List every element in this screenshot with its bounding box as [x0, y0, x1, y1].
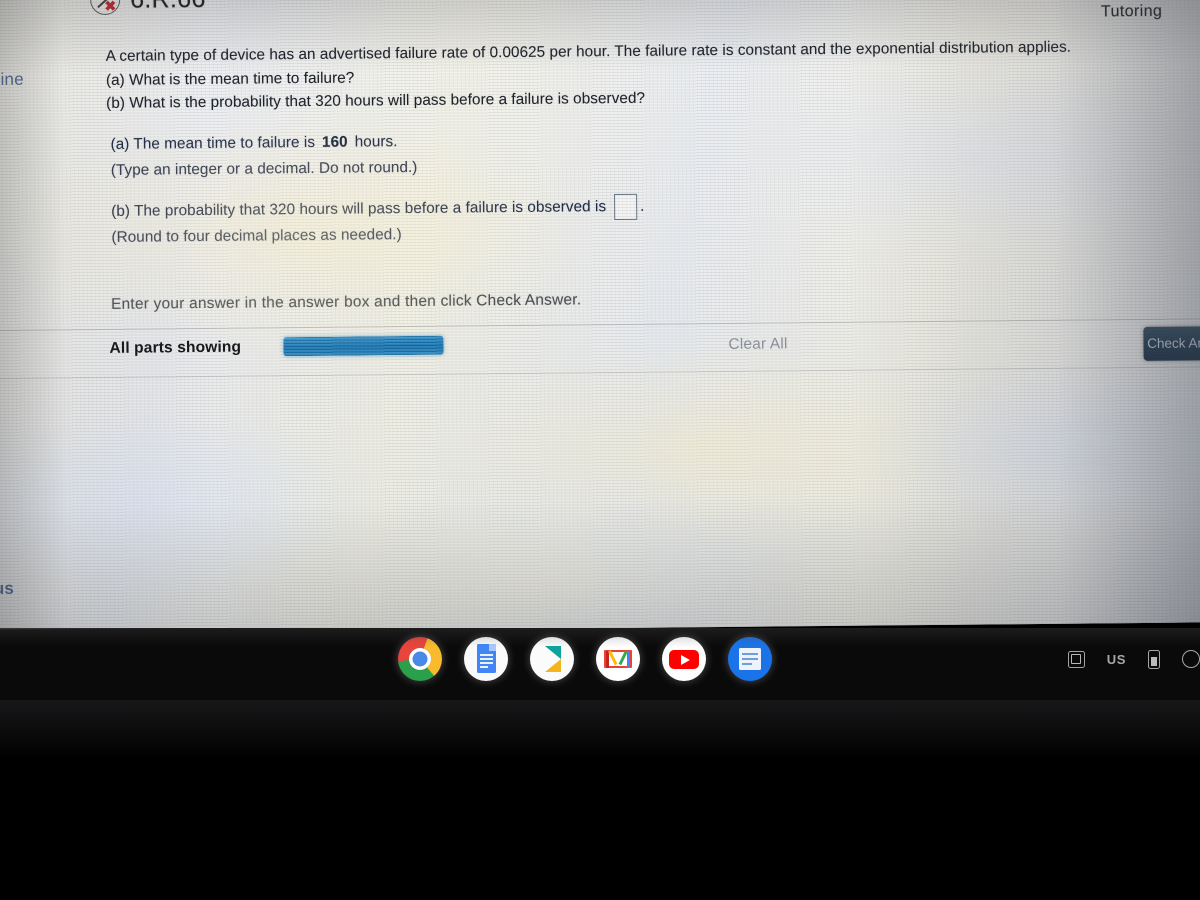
toolbar-divider-top — [0, 318, 1200, 331]
answer-b-prefix: (b) The probability that 320 hours will … — [111, 198, 607, 221]
shelf-top-edge — [0, 628, 1200, 630]
sidebar-fragment-online[interactable]: nline — [0, 70, 24, 90]
chrome-icon[interactable] — [398, 637, 442, 681]
youtube-icon[interactable] — [662, 637, 706, 681]
sidebar-fragment-bottom[interactable]: us — [0, 579, 14, 599]
gmail-icon[interactable] — [596, 637, 640, 681]
system-tray: US — [1067, 646, 1200, 672]
question-number: 6.R.66 — [130, 0, 206, 14]
answer-b-input[interactable] — [614, 193, 638, 221]
parts-progress-bar[interactable] — [283, 335, 444, 357]
check-cross-icon: ✓ ✖ — [89, 0, 121, 16]
answer-a-prefix: (a) The mean time to failure is — [110, 133, 316, 153]
below-monitor-area — [0, 700, 1200, 900]
taskbar-app-list — [398, 637, 772, 681]
sidebar-fragment-middle[interactable]: e — [0, 513, 1, 533]
answer-a-line: (a) The mean time to failure is 160 hour… — [110, 129, 417, 157]
answer-a-value[interactable]: 160 — [315, 130, 355, 156]
answer-part-a: (a) The mean time to failure is 160 hour… — [110, 129, 417, 183]
answer-part-b: (b) The probability that 320 hours will … — [111, 193, 645, 251]
answer-b-suffix: . — [640, 197, 645, 216]
taskbar-shelf: US — [0, 628, 1200, 700]
below-monitor-glow — [0, 700, 1200, 760]
clear-all-button[interactable]: Clear All — [728, 335, 787, 354]
toolbar-divider-bottom — [0, 366, 1200, 379]
notes-icon[interactable] — [728, 637, 772, 681]
all-parts-showing-label: All parts showing — [109, 338, 242, 357]
check-answer-button[interactable]: Check Ans — [1143, 326, 1200, 361]
question-prompt: A certain type of device has an advertis… — [106, 35, 1182, 116]
clock-icon[interactable] — [1182, 646, 1200, 672]
play-store-icon[interactable] — [530, 637, 574, 681]
tutoring-link[interactable]: Tutoring — [1101, 3, 1162, 22]
battery-icon[interactable] — [1148, 646, 1160, 672]
red-x-mark: ✖ — [104, 0, 117, 14]
answer-a-hint: (Type an integer or a decimal. Do not ro… — [110, 158, 418, 179]
keyboard-layout-indicator[interactable]: US — [1107, 646, 1126, 672]
instruction-text: Enter your answer in the answer box and … — [110, 291, 582, 313]
answer-b-line: (b) The probability that 320 hours will … — [111, 193, 645, 225]
cast-screen-icon[interactable] — [1067, 646, 1085, 672]
answer-a-suffix: hours. — [354, 133, 398, 151]
question-header: ✓ ✖ 6.R.66 — [89, 0, 206, 16]
google-docs-icon[interactable] — [464, 637, 508, 681]
answer-b-hint: (Round to four decimal places as needed.… — [111, 226, 402, 246]
screen-photograph: nline e us ✓ ✖ 6.R.66 Tutoring A certain… — [0, 0, 1200, 900]
laptop-screen-content: nline e us ✓ ✖ 6.R.66 Tutoring A certain… — [0, 0, 1200, 634]
